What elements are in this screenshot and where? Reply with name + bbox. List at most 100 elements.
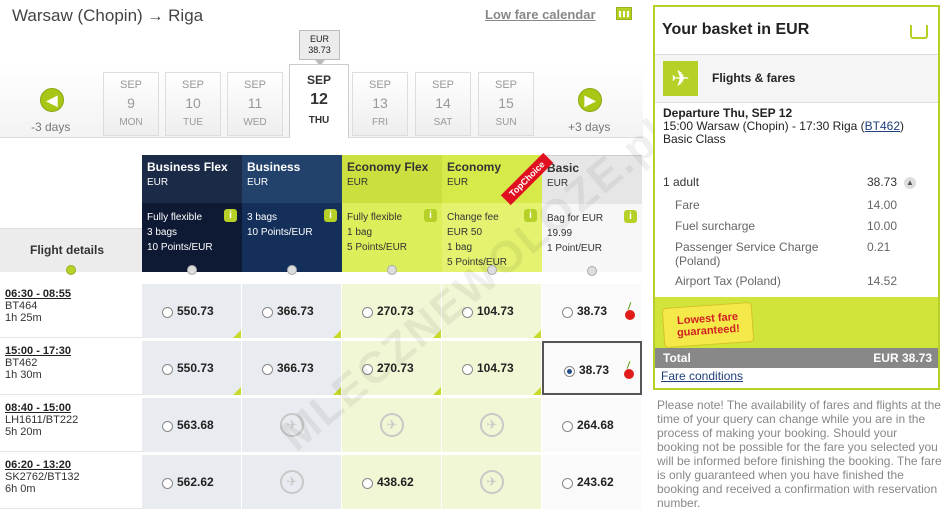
departure-detail: 15:00 Warsaw (Chopin) - 17:30 Riga ( xyxy=(663,119,865,133)
fare-feature: Fully flexible xyxy=(347,212,403,223)
fare-feature: Change fee xyxy=(447,212,499,223)
flight-details-toggle-icon[interactable] xyxy=(66,265,76,275)
fare-radio[interactable] xyxy=(362,478,373,489)
fare-cell[interactable]: 562.62 xyxy=(142,455,242,509)
date-day: 13 xyxy=(372,95,388,111)
basket-line-value: 10.00 xyxy=(867,219,898,233)
date-month: SEP xyxy=(368,79,391,91)
flight-booking-page: Warsaw (Chopin) → Riga Low fare calendar… xyxy=(0,0,946,510)
flight-row-info: 15:00 - 17:30 BT462 1h 30m xyxy=(0,341,142,395)
fare-cell[interactable]: 550.73 xyxy=(142,284,242,338)
lowest-fare-badge: Lowest fare guaranteed! xyxy=(661,301,755,349)
fare-cell[interactable]: 438.62 xyxy=(342,455,442,509)
date-tab-fri[interactable]: SEP 13 FRI xyxy=(352,72,408,136)
route-arrow-icon: → xyxy=(147,8,164,25)
availability-note: Please note! The availability of fares a… xyxy=(657,398,942,510)
fare-radio[interactable] xyxy=(462,364,473,375)
next-days-button[interactable]: ▶ xyxy=(578,88,602,112)
info-icon[interactable]: i xyxy=(624,210,637,223)
fare-radio[interactable] xyxy=(562,421,573,432)
fare-cell[interactable]: 38.73 xyxy=(542,284,642,338)
flight-row-info: 06:30 - 08:55 BT464 1h 25m xyxy=(0,284,142,338)
fare-cell[interactable]: 550.73 xyxy=(142,341,242,395)
fare-cell[interactable]: 264.68 xyxy=(542,398,642,452)
fare-feature: 3 bags xyxy=(247,212,278,223)
fare-radio[interactable] xyxy=(162,307,173,318)
fare-radio[interactable] xyxy=(564,366,575,377)
selected-date-price: EUR 38.73 xyxy=(299,30,340,66)
info-icon[interactable]: i xyxy=(324,209,337,222)
fare-radio[interactable] xyxy=(362,307,373,318)
fare-price: 563.68 xyxy=(177,418,214,432)
fare-conditions-link[interactable]: Fare conditions xyxy=(661,369,743,383)
date-tab-sat[interactable]: SEP 14 SAT xyxy=(415,72,471,136)
fare-cell[interactable]: 563.68 xyxy=(142,398,242,452)
date-tab-tue[interactable]: SEP 10 TUE xyxy=(165,72,221,136)
fare-toggle-icon[interactable] xyxy=(287,265,297,275)
fare-radio[interactable] xyxy=(562,478,573,489)
flight-time-link[interactable]: 06:30 - 08:55 xyxy=(5,288,137,300)
date-tab-sun[interactable]: SEP 15 SUN xyxy=(478,72,534,136)
flight-row-info: 06:20 - 13:20 SK2762/BT132 6h 0m xyxy=(0,455,142,509)
flight-number: BT464 xyxy=(5,300,38,312)
fare-cell: ✈ xyxy=(442,398,542,452)
fare-radio[interactable] xyxy=(162,478,173,489)
flight-code-link[interactable]: BT462 xyxy=(865,119,900,133)
fare-feature: 1 bag xyxy=(347,227,373,238)
fare-radio[interactable] xyxy=(262,307,273,318)
date-day: 14 xyxy=(435,95,451,111)
date-weekday: MON xyxy=(119,117,143,128)
date-tab-mon[interactable]: SEP 9 MON xyxy=(103,72,159,136)
fare-radio[interactable] xyxy=(562,307,573,318)
fare-radio[interactable] xyxy=(162,421,173,432)
fare-cell[interactable]: 38.73 xyxy=(542,341,642,395)
basket-line-value: 14.00 xyxy=(867,198,898,212)
route-destination: Riga xyxy=(168,6,204,25)
corner-marker xyxy=(233,330,241,338)
fare-price: 243.62 xyxy=(577,475,614,489)
flight-time-link[interactable]: 08:40 - 15:00 xyxy=(5,402,137,414)
corner-marker xyxy=(333,330,341,338)
flight-time-link[interactable]: 06:20 - 13:20 xyxy=(5,459,137,471)
basket-line-label: Fuel surcharge xyxy=(675,219,756,233)
info-icon[interactable]: i xyxy=(224,209,237,222)
date-tab-thu[interactable]: SEP 12 THU xyxy=(289,64,349,138)
basket-line-label: Passenger Service Charge (Poland) xyxy=(675,240,819,268)
fare-feature: 5 Points/EUR xyxy=(347,242,408,253)
date-month: SEP xyxy=(243,79,266,91)
fare-radio[interactable] xyxy=(262,364,273,375)
low-fare-calendar-link[interactable]: Low fare calendar xyxy=(485,7,596,22)
flight-duration: 1h 30m xyxy=(5,369,42,381)
flight-row-info: 08:40 - 15:00 LH1611/BT222 5h 20m xyxy=(0,398,142,452)
info-icon[interactable]: i xyxy=(424,209,437,222)
basket-line-value: 14.52 xyxy=(867,274,898,288)
fare-radio[interactable] xyxy=(162,364,173,375)
date-day: 12 xyxy=(310,91,328,108)
prev-days-label[interactable]: -3 days xyxy=(31,120,70,134)
next-days-label[interactable]: +3 days xyxy=(568,120,610,134)
fare-features: Fully flexible 1 bag 5 Points/EUR xyxy=(347,210,407,255)
fare-cell[interactable]: 366.73 xyxy=(242,284,342,338)
calendar-icon[interactable] xyxy=(616,7,632,20)
fare-header-business: Business EUR 3 bags 10 Points/EUR i xyxy=(242,155,342,275)
fare-currency: EUR xyxy=(247,177,269,188)
basket-panel: Your basket in EUR ✈ Flights & fares Dep… xyxy=(653,5,940,390)
fare-price: 104.73 xyxy=(477,361,514,375)
unavailable-plane-icon: ✈ xyxy=(280,470,304,494)
fare-toggle-icon[interactable] xyxy=(587,266,597,276)
fare-toggle-icon[interactable] xyxy=(387,265,397,275)
corner-marker xyxy=(233,387,241,395)
fare-cell: ✈ xyxy=(242,455,342,509)
date-month: SEP xyxy=(431,79,454,91)
fare-toggle-icon[interactable] xyxy=(187,265,197,275)
fare-name: Business xyxy=(247,160,301,174)
corner-marker xyxy=(533,330,541,338)
flight-duration: 5h 20m xyxy=(5,426,42,438)
prev-days-button[interactable]: ◀ xyxy=(40,88,64,112)
fare-cell[interactable]: 104.73 xyxy=(442,341,542,395)
flight-time-link[interactable]: 15:00 - 17:30 xyxy=(5,345,137,357)
fare-cell[interactable]: 243.62 xyxy=(542,455,642,509)
flight-duration: 1h 25m xyxy=(5,312,42,324)
collapse-icon[interactable]: ▲ xyxy=(904,177,916,189)
date-tab-wed[interactable]: SEP 11 WED xyxy=(227,72,283,136)
